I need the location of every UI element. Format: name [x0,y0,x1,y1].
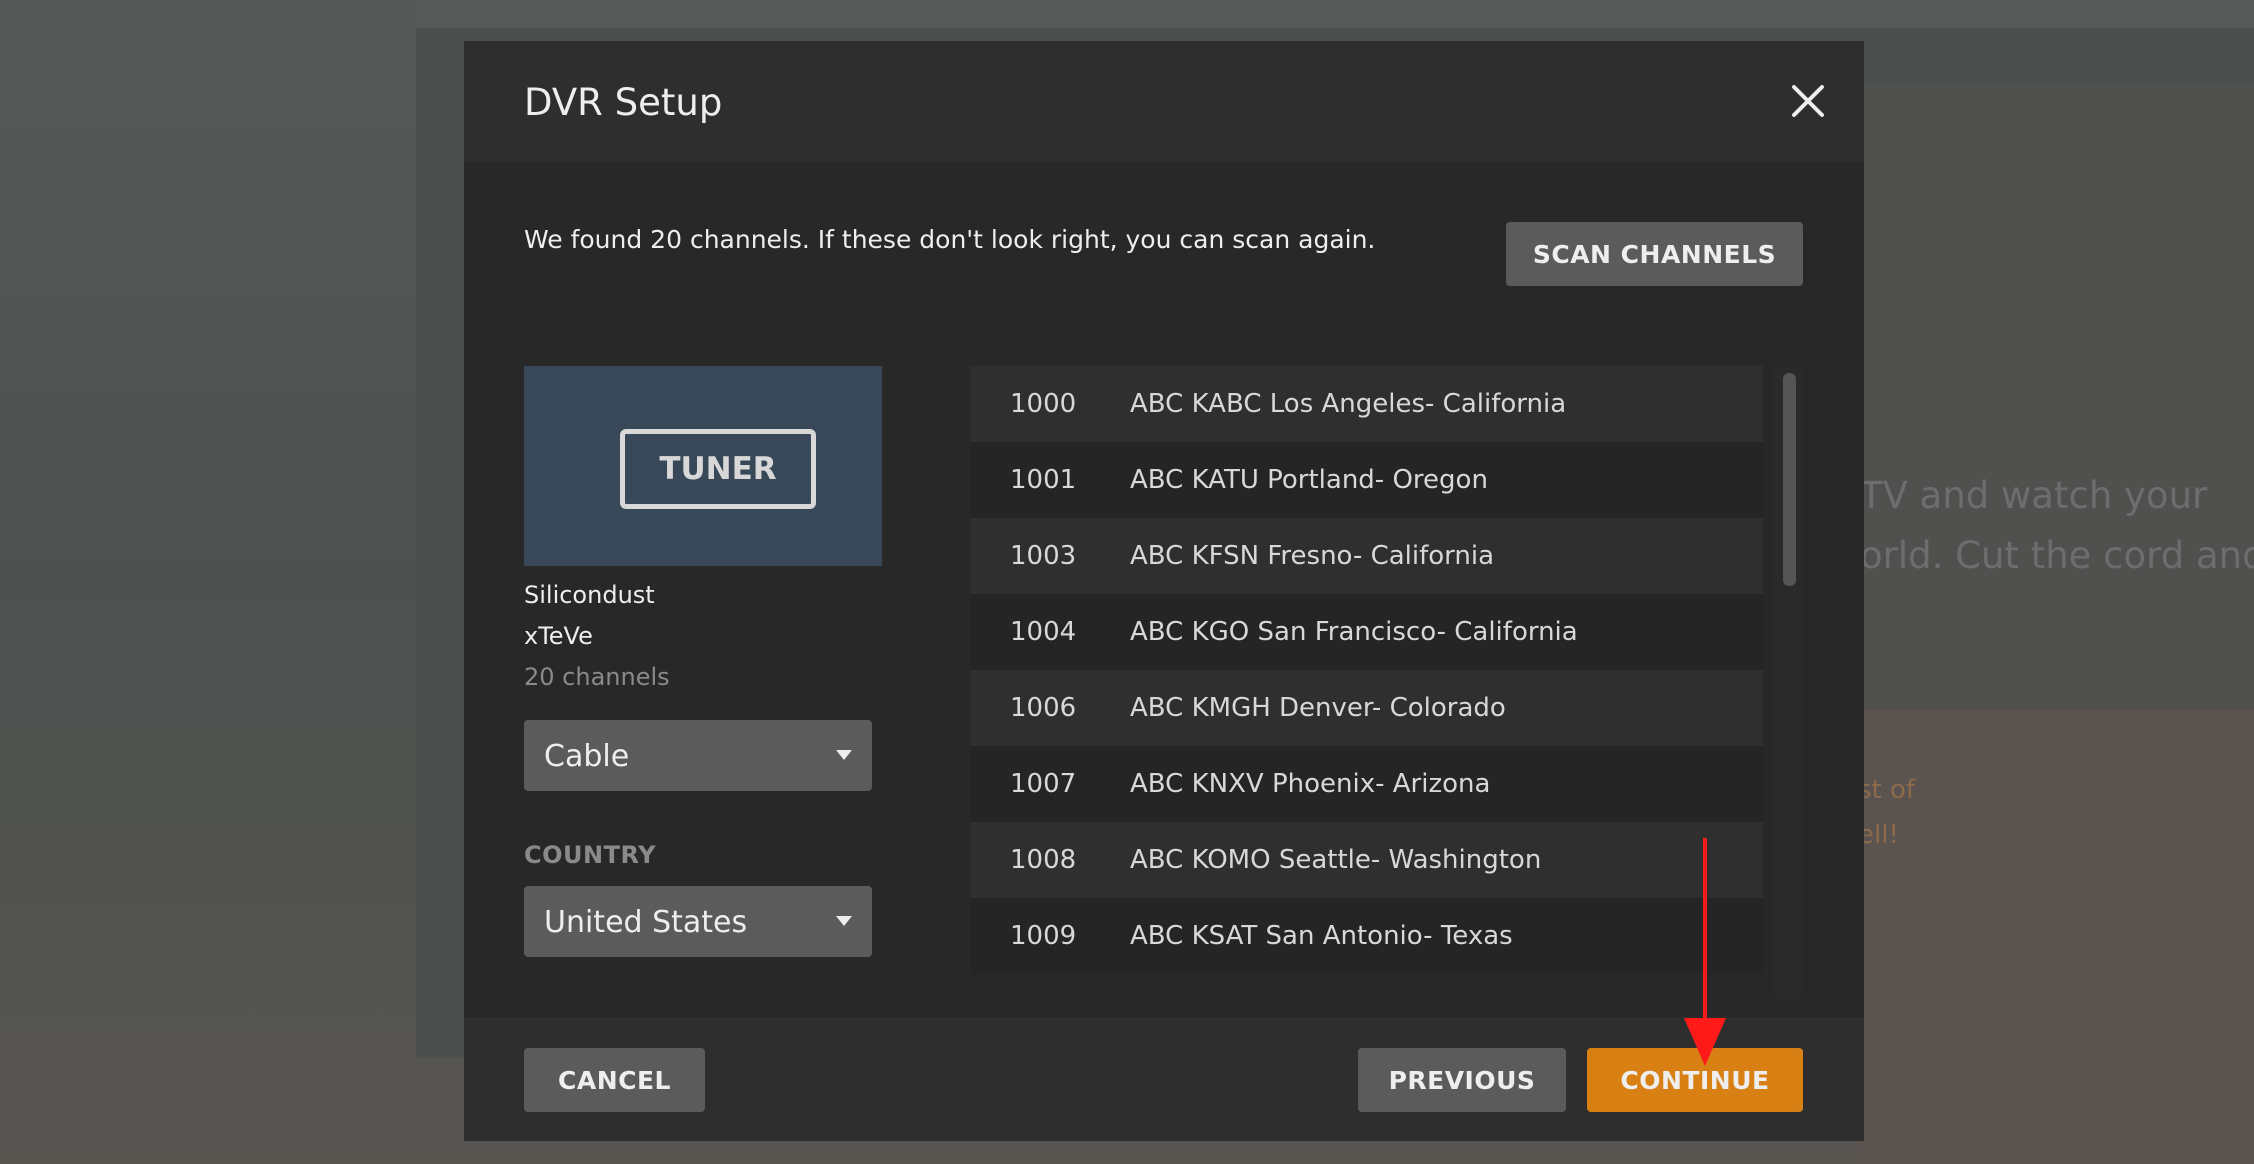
channel-number: 1001 [1010,465,1077,495]
dvr-setup-dialog: DVR Setup We found 20 channels. If these… [464,41,1864,1141]
channel-number: 1008 [1010,845,1077,875]
signal-type-value: Cable [544,739,630,774]
background-text-line1: TV and watch your [1860,474,2208,517]
background-orange-line1: st of [1858,775,1916,805]
country-value: United States [544,905,748,940]
channel-number: 1007 [1010,769,1077,799]
background-box [1858,84,2254,709]
channel-row[interactable]: 1003 ABC KFSN Fresno- California [970,518,1763,594]
tuner-thumbnail: TUNER [524,366,882,566]
cancel-button[interactable]: CANCEL [524,1048,705,1112]
channel-row[interactable]: 1009 ABC KSAT San Antonio- Texas [970,898,1763,974]
channel-number: 1000 [1010,389,1077,419]
annotation-arrow-icon [1684,838,1726,1066]
channel-row[interactable]: 1004 ABC KGO San Francisco- California [970,594,1763,670]
channel-name: ABC KSAT San Antonio- Texas [1130,921,1513,951]
channel-number: 1009 [1010,921,1077,951]
caret-down-icon [836,916,852,926]
channel-name: ABC KMGH Denver- Colorado [1130,693,1506,723]
close-button[interactable] [1784,77,1832,125]
tuner-badge: TUNER [620,429,816,509]
dialog-title: DVR Setup [524,81,723,124]
scrollbar-thumb[interactable] [1783,373,1796,586]
country-label: COUNTRY [524,841,657,869]
channel-name: ABC KABC Los Angeles- California [1130,389,1567,419]
caret-down-icon [836,750,852,760]
channel-name: ABC KOMO Seattle- Washington [1130,845,1542,875]
signal-type-select[interactable]: Cable [524,720,872,791]
scan-info-text: We found 20 channels. If these don't loo… [524,225,1376,254]
scan-channels-button[interactable]: SCAN CHANNELS [1506,222,1803,286]
channel-list[interactable]: 1000 ABC KABC Los Angeles- California 1001… [970,366,1803,998]
previous-button[interactable]: PREVIOUS [1358,1048,1566,1112]
device-channel-count: 20 channels [524,663,670,691]
channel-number: 1004 [1010,617,1077,647]
channel-row[interactable]: 1008 ABC KOMO Seattle- Washington [970,822,1763,898]
background-box-lower [1858,709,2254,1164]
channel-row[interactable]: 1000 ABC KABC Los Angeles- California [970,366,1763,442]
channel-name: ABC KNXV Phoenix- Arizona [1130,769,1491,799]
channel-row[interactable]: 1001 ABC KATU Portland- Oregon [970,442,1763,518]
device-model: xTeVe [524,622,593,650]
channel-list-scrollbar[interactable] [1773,366,1803,998]
channel-row[interactable]: 1006 ABC KMGH Denver- Colorado [970,670,1763,746]
device-name: Silicondust [524,581,655,609]
dialog-footer: CANCEL PREVIOUS CONTINUE [464,1017,1864,1141]
channel-name: ABC KATU Portland- Oregon [1130,465,1488,495]
background-text-line2: orld. Cut the cord and [1860,534,2254,577]
channel-number: 1006 [1010,693,1077,723]
channel-name: ABC KGO San Francisco- California [1130,617,1578,647]
channel-name: ABC KFSN Fresno- California [1130,541,1495,571]
country-select[interactable]: United States [524,886,872,957]
channel-rows: 1000 ABC KABC Los Angeles- California 1001… [970,366,1803,974]
channel-row[interactable]: 1007 ABC KNXV Phoenix- Arizona [970,746,1763,822]
background-orange-line2: ell! [1858,820,1899,850]
dialog-header: DVR Setup [464,41,1864,162]
tuner-badge-label: TUNER [659,451,777,487]
channel-number: 1003 [1010,541,1077,571]
close-icon [1792,85,1824,117]
